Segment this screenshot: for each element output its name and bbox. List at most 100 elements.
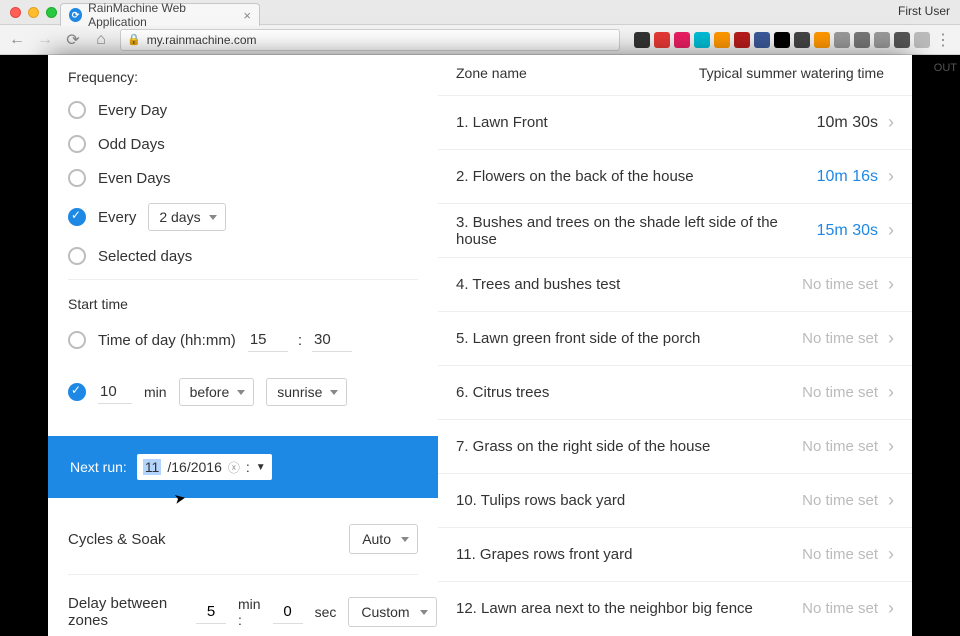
start-min-input[interactable] [312, 328, 352, 352]
freq-every-day[interactable]: Every Day [48, 93, 438, 127]
window-zoom-icon[interactable] [46, 7, 57, 18]
zone-name: 7. Grass on the right side of the house [456, 438, 792, 455]
lock-icon: 🔒 [127, 33, 141, 46]
window-minimize-icon[interactable] [28, 7, 39, 18]
nav-home-icon[interactable]: ⌂ [92, 31, 110, 49]
date-sep: : [246, 459, 250, 475]
zone-name: 6. Citrus trees [456, 384, 792, 401]
extension-icon[interactable] [754, 32, 770, 48]
freq-every-n[interactable]: Every 2 days [48, 195, 438, 239]
zone-row[interactable]: 4. Trees and bushes testNo time set› [438, 257, 912, 311]
clear-date-icon[interactable]: ⓧ [228, 459, 240, 476]
caret-down-icon[interactable]: ▼ [256, 462, 266, 473]
zone-name: 10. Tulips rows back yard [456, 492, 792, 509]
zone-time: 15m 30s [817, 222, 878, 240]
radio-icon [68, 331, 86, 349]
next-run-date-field[interactable]: 11/16/2016 ⓧ : ▼ [137, 454, 272, 480]
address-bar[interactable]: 🔒 my.rainmachine.com [120, 29, 620, 51]
extension-icon[interactable] [774, 32, 790, 48]
freq-even-days[interactable]: Even Days [48, 161, 438, 195]
every-n-select[interactable]: 2 days [148, 203, 225, 231]
zones-head-name: Zone name [456, 65, 527, 81]
zone-row[interactable]: 2. Flowers on the back of the house10m 1… [438, 149, 912, 203]
start-time-of-day[interactable]: Time of day (hh:mm) : [48, 320, 438, 360]
zone-name: 2. Flowers on the back of the house [456, 168, 807, 185]
extension-icon[interactable] [734, 32, 750, 48]
radio-icon [68, 101, 86, 119]
zone-time: No time set [802, 600, 878, 617]
extension-icon[interactable] [914, 32, 930, 48]
delay-sec-input[interactable] [273, 600, 303, 624]
zones-panel: Zone name Typical summer watering time 1… [438, 55, 912, 636]
extension-icon[interactable] [834, 32, 850, 48]
zone-row[interactable]: 6. Citrus treesNo time set› [438, 365, 912, 419]
next-run-banner: Next run: 11/16/2016 ⓧ : ▼ [48, 436, 438, 498]
delay-min-unit: min : [238, 596, 261, 628]
select-value: sunrise [277, 384, 322, 400]
chrome-menu-icon[interactable]: ⋮ [934, 30, 952, 50]
extension-icon[interactable] [814, 32, 830, 48]
zone-row[interactable]: 5. Lawn green front side of the porch No … [438, 311, 912, 365]
favicon-icon: ⟳ [69, 8, 82, 22]
freq-odd-days[interactable]: Odd Days [48, 127, 438, 161]
chevron-right-icon: › [888, 112, 894, 133]
option-label: Odd Days [98, 136, 165, 153]
nav-back-icon[interactable]: ← [8, 31, 26, 49]
radio-icon [68, 135, 86, 153]
zone-row[interactable]: 11. Grapes rows front yardNo time set› [438, 527, 912, 581]
delay-row: Delay between zones min : sec Custom [48, 581, 438, 636]
delay-mode-select[interactable]: Custom [348, 597, 436, 627]
zones-head-time: Typical summer watering time [699, 65, 884, 81]
offset-relation-select[interactable]: before [179, 378, 255, 406]
extension-icon[interactable] [794, 32, 810, 48]
extension-icon[interactable] [634, 32, 650, 48]
zone-row[interactable]: 1. Lawn Front 10m 30s › [438, 95, 912, 149]
option-label: Every Day [98, 102, 167, 119]
offset-unit: min [144, 384, 167, 400]
zone-row[interactable]: 3. Bushes and trees on the shade left si… [438, 203, 912, 257]
zone-row[interactable]: 10. Tulips rows back yardNo time set› [438, 473, 912, 527]
start-hour-input[interactable] [248, 328, 288, 352]
window-close-icon[interactable] [10, 7, 21, 18]
zone-row[interactable]: 7. Grass on the right side of the houseN… [438, 419, 912, 473]
zone-row[interactable]: 12. Lawn area next to the neighbor big f… [438, 581, 912, 635]
profile-label[interactable]: First User [898, 4, 950, 18]
browser-chrome: ⟳ RainMachine Web Application × First Us… [0, 0, 960, 55]
chevron-right-icon: › [888, 382, 894, 403]
delay-min-input[interactable] [196, 600, 226, 624]
extension-icon[interactable] [854, 32, 870, 48]
radio-icon [68, 169, 86, 187]
offset-anchor-select[interactable]: sunrise [266, 378, 347, 406]
radio-icon [68, 247, 86, 265]
extension-icon[interactable] [654, 32, 670, 48]
frequency-label: Frequency: [48, 63, 438, 93]
url-text: my.rainmachine.com [147, 33, 257, 47]
cycles-soak-select[interactable]: Auto [349, 524, 418, 554]
extension-icon[interactable] [714, 32, 730, 48]
zone-time: No time set [802, 546, 878, 563]
browser-tab[interactable]: ⟳ RainMachine Web Application × [60, 3, 260, 26]
zone-name: 5. Lawn green front side of the porch [456, 330, 792, 347]
extension-icon[interactable] [874, 32, 890, 48]
program-dialog: Frequency: Every Day Odd Days Even Days … [48, 55, 912, 636]
zone-time: 10m 30s [817, 114, 878, 132]
close-tab-icon[interactable]: × [243, 8, 251, 23]
date-month: 11 [143, 459, 162, 475]
chevron-right-icon: › [888, 490, 894, 511]
extension-icon[interactable] [694, 32, 710, 48]
freq-selected-days[interactable]: Selected days [48, 239, 438, 273]
option-label: Even Days [98, 170, 171, 187]
nav-forward-icon: → [36, 31, 54, 49]
extension-icon[interactable] [674, 32, 690, 48]
offset-min-input[interactable] [98, 380, 132, 404]
option-label: Time of day (hh:mm) [98, 332, 236, 349]
nav-reload-icon[interactable]: ⟳ [64, 30, 82, 50]
zone-time: No time set [802, 330, 878, 347]
zone-name: 1. Lawn Front [456, 114, 807, 131]
start-offset-sunrise[interactable]: min before sunrise [48, 360, 438, 424]
extension-icon[interactable] [894, 32, 910, 48]
divider [68, 279, 418, 280]
date-rest: /16/2016 [167, 459, 222, 475]
chevron-right-icon: › [888, 274, 894, 295]
program-settings-panel: Frequency: Every Day Odd Days Even Days … [48, 55, 438, 636]
